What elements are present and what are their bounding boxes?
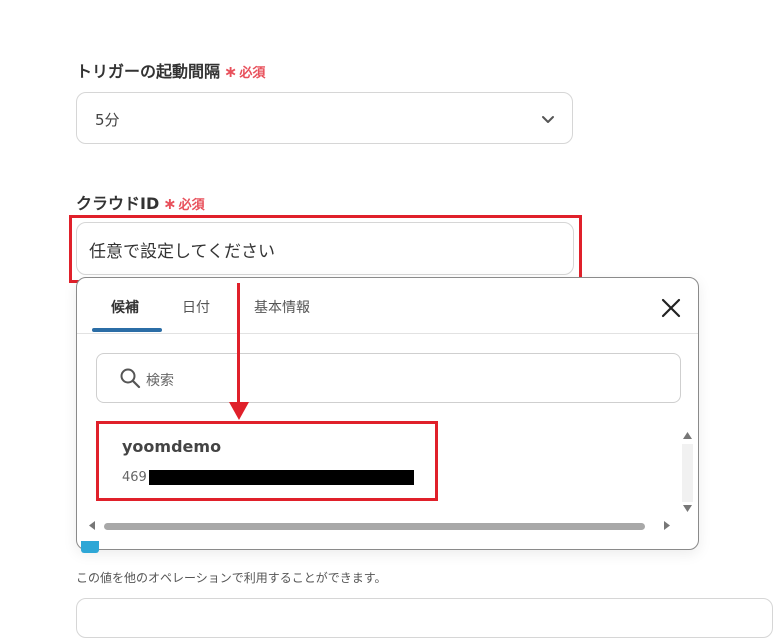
trigger-interval-value: 5分 [95, 111, 120, 129]
tab-candidates[interactable]: 候補 [111, 297, 139, 317]
scroll-down-icon[interactable] [682, 503, 693, 514]
trigger-interval-select[interactable]: 5分 [76, 92, 573, 144]
required-asterisk: ∗ [224, 62, 238, 81]
search-input[interactable]: 検索 [96, 353, 681, 403]
scroll-left-icon[interactable] [87, 520, 97, 531]
scroll-up-icon[interactable] [682, 430, 693, 441]
search-icon [120, 368, 141, 389]
horizontal-scrollbar-thumb[interactable] [104, 523, 645, 530]
suggestion-popup: 候補 日付 基本情報 検索 yoomdemo 469 [76, 277, 699, 550]
next-field-input[interactable] [76, 598, 773, 638]
tab-basic-info[interactable]: 基本情報 [254, 297, 310, 317]
highlight-box-result [96, 421, 438, 501]
close-icon[interactable] [660, 297, 682, 319]
annotation-arrow-head [229, 402, 249, 420]
trigger-interval-label: トリガーの起動間隔 ∗ 必須 [76, 58, 265, 82]
cloud-id-label-text: クラウドID [76, 194, 160, 213]
required-badge: 必須 [178, 198, 205, 213]
active-tab-indicator [92, 328, 162, 332]
tab-date[interactable]: 日付 [182, 297, 210, 317]
required-badge: 必須 [239, 66, 266, 81]
scroll-right-icon[interactable] [662, 520, 672, 531]
checkbox[interactable] [81, 541, 99, 553]
cloud-id-label: クラウドID ∗ 必須 [76, 190, 205, 214]
search-placeholder: 検索 [146, 373, 174, 389]
tab-divider [77, 333, 698, 334]
vertical-scrollbar[interactable] [682, 444, 693, 502]
annotation-arrow-line [237, 283, 240, 405]
required-asterisk: ∗ [163, 194, 177, 213]
helper-text: この値を他のオペレーションで利用することができます。 [76, 571, 387, 585]
trigger-interval-label-text: トリガーの起動間隔 [76, 62, 221, 81]
highlight-box-input [69, 215, 582, 283]
chevron-down-icon [542, 116, 554, 123]
